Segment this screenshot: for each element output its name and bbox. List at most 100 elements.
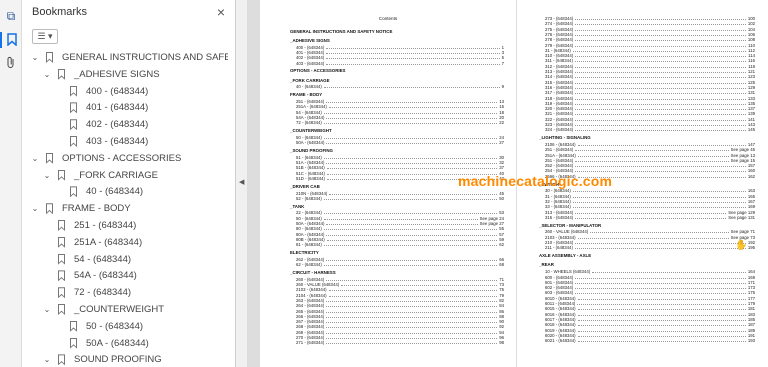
contents-entry[interactable]: 267 - (648344) 90 [296,319,504,324]
contents-entry[interactable]: 54 - (648344) 18 [296,110,504,115]
contents-entry[interactable]: 266 - (648344) 88 [296,314,504,319]
contents-entry[interactable]: 31 - (648344) 112 [545,48,755,53]
bookmark-item[interactable]: 251A - (648344) [42,234,142,251]
contents-entry[interactable]: 252 - (648344) 157 [545,163,755,168]
contents-entry[interactable]: 2104 - (648344) 79 [296,293,504,298]
contents-entry[interactable]: 72 - (648344) 22 [296,120,504,125]
bookmark-item[interactable]: ⌄ GENERAL INSTRUCTIONS AND SAFETY NOTICE [30,49,228,66]
contents-entry[interactable]: 313 - (648344) 121 [545,69,755,74]
contents-entry[interactable]: 320 - (648344) 137 [545,106,755,111]
bookmark-item[interactable]: 50 - (648344) [54,318,143,335]
contents-entry[interactable]: 279 - (648344) 110 [545,43,755,48]
contents-entry[interactable]: 52 - (648344) 50 [296,196,504,201]
contents-entry[interactable]: 318 - (648344) 133 [545,96,755,101]
bookmark-item[interactable]: 400 - (648344) [54,83,148,100]
contents-entry[interactable]: 6019 - (648344) 189 [545,328,755,333]
contents-entry[interactable]: 210 - (648344) 192 [545,240,755,245]
contents-entry[interactable]: 2106 - (648344) 147 [545,142,755,147]
contents-entry[interactable]: 6016 - (648344) 183 [545,312,755,317]
contents-entry[interactable]: 322 - (648344) 141 [545,117,755,122]
bookmark-item[interactable]: 251 - (648344) [42,217,136,234]
bookmark-item[interactable]: 401 - (648344) [54,99,148,116]
options-menu-button[interactable]: ☰ ▾ [32,28,58,44]
contents-entry[interactable]: 6010 - (648344) 177 [545,296,755,301]
contents-entry[interactable]: 401 - (648344) 3 [296,50,504,55]
contents-entry[interactable]: 6018 - (648344) 187 [545,322,755,327]
contents-entry[interactable]: 315 - (648344) 125 [545,80,755,85]
contents-entry[interactable]: 324 - (648344) 145 [545,127,755,132]
contents-entry[interactable]: 22 - (648344) 53 [296,210,504,215]
contents-entry[interactable]: 251 - (648344) 13 [296,99,504,104]
contents-entry[interactable]: 33 - (648344) 169 [545,204,755,209]
chevron-down-icon[interactable]: ⌄ [42,171,52,180]
contents-entry[interactable]: 260 - VALUE (648344) See page 71 [545,229,755,234]
contents-entry[interactable]: 264 - (648344) 84 [296,303,504,308]
contents-entry[interactable]: 30 - (648344) 163 [545,188,755,193]
contents-entry[interactable]: 251 - (648344) See page 15 [545,158,755,163]
contents-entry[interactable]: 260 - (648344) 71 [296,277,504,282]
contents-entry[interactable]: 402 - (648344) 5 [296,55,504,60]
pages-icon[interactable]: ⧉ [3,8,19,24]
contents-entry[interactable]: 271 - (648344) 98 [296,340,504,345]
contents-entry[interactable]: 269 - (648344) 94 [296,330,504,335]
contents-entry[interactable]: 263 - (648344) 82 [296,298,504,303]
contents-entry[interactable]: 268 - (648344) 92 [296,324,504,329]
contents-entry[interactable]: 210N - (648344) 45 [296,191,504,196]
contents-entry[interactable]: 600 - (648344) 169 [545,275,755,280]
bookmark-item[interactable]: ⌄ _COUNTERWEIGHT [42,301,164,318]
contents-entry[interactable]: 51A - (648344) 32 [296,160,504,165]
contents-entry[interactable]: 2103 - (648344) See page 73 [545,235,755,240]
panel-splitter[interactable]: ◀ [236,0,248,367]
contents-entry[interactable]: 313 - (648344) See page 129 [545,210,755,215]
contents-entry[interactable]: 403 - (648344) 7 [296,61,504,66]
bookmark-item[interactable]: 54 - (648344) [42,251,131,268]
chevron-down-icon[interactable]: ⌄ [30,154,40,163]
contents-entry[interactable]: 51 - (648344) 30 [296,155,504,160]
contents-entry[interactable]: 6021 - (648344) 193 [545,338,755,343]
bookmark-item[interactable]: 402 - (648344) [54,116,148,133]
contents-entry[interactable]: 81 - (648344) 62 [296,242,504,247]
contents-entry[interactable]: 311 - (648344) 116 [545,58,755,63]
contents-entry[interactable]: 6017 - (648344) 185 [545,317,755,322]
contents-entry[interactable]: 601 - (648344) 171 [545,280,755,285]
contents-entry[interactable]: 270 - (648344) 96 [296,335,504,340]
collapse-arrow-icon[interactable]: ◀ [239,178,244,186]
contents-entry[interactable]: 315 - (648344) See page 131 [545,215,755,220]
contents-entry[interactable]: 10 - WHEELS (648344) 164 [545,269,755,274]
contents-entry[interactable]: 50A - (648344) 27 [296,140,504,145]
contents-entry[interactable]: 319 - (648344) 135 [545,101,755,106]
bookmark-item[interactable]: ⌄ _FORK CARRIAGE [42,167,158,184]
chevron-down-icon[interactable]: ⌄ [42,70,52,79]
contents-entry[interactable]: 211 - (648344) 195 [545,245,755,250]
contents-entry[interactable]: 50A - (648344) See page 27 [296,221,504,226]
contents-entry[interactable]: 40 - (648344) 9 [296,84,504,89]
bookmark-item[interactable]: 50A - (648344) [54,335,149,352]
contents-entry[interactable]: 54A - (648344) 20 [296,115,504,120]
contents-entry[interactable]: 62 - (648344) 68 [296,262,504,267]
contents-entry[interactable]: 80A - (648344) 57 [296,232,504,237]
chevron-down-icon[interactable]: ⌄ [42,355,52,364]
bookmark-item[interactable]: ⌄ OPTIONS - ACCESSORIES [30,150,182,167]
contents-entry[interactable]: 50 - (648344) See page 24 [296,216,504,221]
contents-entry[interactable]: 310 - (648344) 114 [545,53,755,58]
contents-entry[interactable]: 278 - (648344) 108 [545,37,755,42]
contents-entry[interactable]: 6011 - (648344) 179 [545,301,755,306]
contents-entry[interactable]: 31 - (648344) 165 [545,194,755,199]
contents-entry[interactable]: 80B - (648344) 59 [296,237,504,242]
bookmark-icon[interactable] [0,32,22,48]
bookmark-item[interactable]: 40 - (648344) [54,183,143,200]
contents-entry[interactable]: 314 - (648344) 123 [545,74,755,79]
contents-entry[interactable]: 80 - (648344) 55 [296,226,504,231]
contents-entry[interactable]: 251 - (648344) See page 45 [545,147,755,152]
contents-entry[interactable]: 262 - (648344) 66 [296,257,504,262]
contents-entry[interactable]: 265 - (648344) 86 [296,309,504,314]
contents-entry[interactable]: 2103 - (648344) 75 [296,287,504,292]
contents-entry[interactable]: 51B - (648344) 37 [296,165,504,170]
contents-entry[interactable]: 312 - (648344) 118 [545,64,755,69]
contents-entry[interactable]: 276 - (648344) 106 [545,32,755,37]
bookmark-item[interactable]: 54A - (648344) [42,267,137,284]
contents-entry[interactable]: 260 - VALUE (648344) 73 [296,282,504,287]
bookmark-item[interactable]: 72 - (648344) [42,284,131,301]
contents-entry[interactable]: 50 - (648344) 24 [296,135,504,140]
contents-entry[interactable]: 321 - (648344) 139 [545,111,755,116]
